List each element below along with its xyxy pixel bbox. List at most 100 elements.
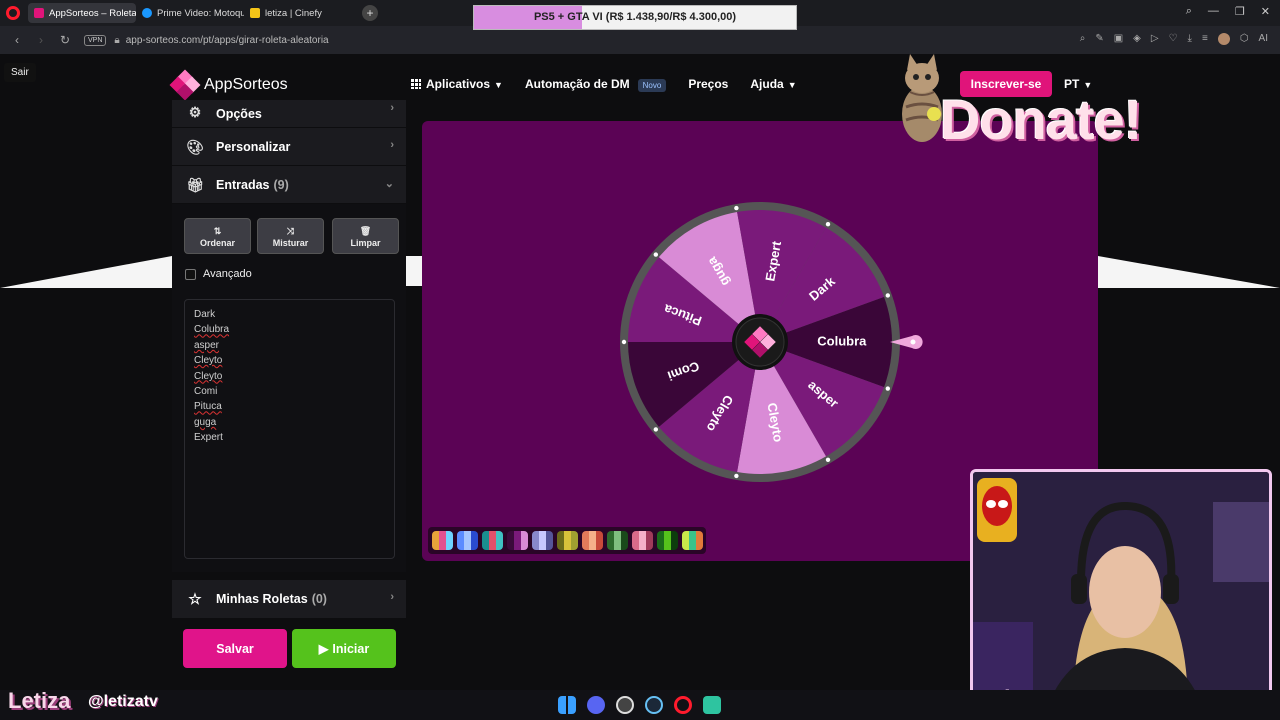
palette-swatch[interactable] xyxy=(632,531,653,550)
palette-swatch[interactable] xyxy=(557,531,578,550)
palette-color xyxy=(639,531,646,550)
palette-swatch[interactable] xyxy=(682,531,703,550)
entry-text: guga xyxy=(194,416,217,428)
zoom-icon[interactable]: ⌕ xyxy=(1080,33,1086,45)
app-icon[interactable] xyxy=(703,696,721,714)
url-field[interactable]: app-sorteos.com/pt/apps/girar-roleta-ale… xyxy=(126,35,329,46)
sort-button[interactable]: ⇅ Ordenar xyxy=(184,218,251,254)
exit-button[interactable]: Sair xyxy=(4,63,36,82)
camera-icon[interactable]: ▣ xyxy=(1114,33,1123,45)
tab-appsorteos[interactable]: AppSorteos – Roleta Aleatória xyxy=(28,3,136,23)
palette-color xyxy=(621,531,628,550)
panel-my-wheels-label: Minhas Roletas xyxy=(216,592,308,606)
panel-my-wheels[interactable]: ☆ Minhas Roletas (0) › xyxy=(172,580,406,618)
close-window-icon[interactable]: ✕ xyxy=(1261,5,1270,18)
palette-swatch[interactable] xyxy=(507,531,528,550)
sort-label: Ordenar xyxy=(199,238,235,248)
edit-icon[interactable]: ✎ xyxy=(1095,33,1103,45)
reload-icon[interactable]: ↻ xyxy=(58,33,72,47)
heart-icon[interactable]: ♡ xyxy=(1169,33,1178,45)
chevron-right-icon: › xyxy=(390,102,394,114)
back-icon[interactable]: ‹ xyxy=(10,33,24,47)
entry-text: asper xyxy=(194,339,220,351)
tab-cinefy[interactable]: letiza | Cinefy xyxy=(244,3,352,23)
wheel-peg xyxy=(885,386,890,391)
palette-swatch[interactable] xyxy=(432,531,453,550)
panel-personalize[interactable]: 🎨︎ Personalizar › xyxy=(172,128,406,166)
palette-color xyxy=(682,531,689,550)
ai-button[interactable]: AI xyxy=(1259,33,1268,45)
discord-icon[interactable] xyxy=(587,696,605,714)
top-nav: Aplicativos ▼ Automação de DM Novo Preços … xyxy=(411,77,797,92)
advanced-checkbox[interactable] xyxy=(185,268,196,280)
palette-color xyxy=(457,531,464,550)
opera-icon[interactable] xyxy=(674,696,692,714)
nav-prices[interactable]: Preços xyxy=(688,77,728,91)
start-button[interactable]: ▶ Iniciar xyxy=(292,629,396,668)
forward-icon[interactable]: › xyxy=(34,33,48,47)
opera-logo-icon[interactable] xyxy=(6,6,20,20)
windows-start-icon[interactable] xyxy=(558,696,576,714)
extensions-icon[interactable]: ⬡ xyxy=(1240,33,1249,45)
save-button[interactable]: Salvar xyxy=(183,629,287,668)
search-tabs-icon[interactable]: ⌕ xyxy=(1186,5,1192,18)
chevron-down-icon: ▼ xyxy=(787,80,797,90)
entry-line: Cleyto xyxy=(194,369,385,384)
entry-text: Dark xyxy=(194,309,216,320)
nav-help[interactable]: Ajuda ▼ xyxy=(750,77,796,91)
lock-icon[interactable]: 🔒︎ xyxy=(114,35,119,46)
panel-options-label: Opções xyxy=(216,107,262,121)
tab-prime-video[interactable]: Prime Video: Motoqueiro xyxy=(136,3,244,23)
palette-swatch[interactable] xyxy=(532,531,553,550)
advanced-toggle[interactable]: Avançado xyxy=(185,268,252,280)
palette-swatch[interactable] xyxy=(482,531,503,550)
brand[interactable]: AppSorteos xyxy=(169,69,288,101)
palette-swatch[interactable] xyxy=(582,531,603,550)
palette-swatch[interactable] xyxy=(457,531,478,550)
entry-line: Colubra xyxy=(194,322,385,337)
wheel-peg xyxy=(653,252,659,257)
download-icon[interactable]: ⤓ xyxy=(1188,33,1192,45)
entries-textarea[interactable]: Dark Colubra asper Cleyto Cleyto Comi Pituca gu… xyxy=(184,299,395,559)
brand-name: AppSorteos xyxy=(204,76,288,93)
cinefy-favicon-icon xyxy=(250,8,260,18)
maximize-icon[interactable]: ❐ xyxy=(1235,5,1245,18)
obs-icon[interactable] xyxy=(616,696,634,714)
palette-color xyxy=(507,531,514,550)
nav-apps[interactable]: Aplicativos ▼ xyxy=(411,77,503,91)
entry-text: Colubra xyxy=(194,324,230,336)
menu-icon[interactable]: ≡ xyxy=(1202,33,1208,45)
streamer-handle-left: @letizatv xyxy=(88,693,158,710)
chevron-right-icon: › xyxy=(390,591,394,603)
chevron-down-icon: ▼ xyxy=(494,80,503,90)
entry-line: Expert xyxy=(194,430,385,445)
entry-line: guga xyxy=(194,415,385,430)
donate-overlay: Donate! xyxy=(940,92,1208,148)
profile-avatar[interactable] xyxy=(1217,33,1230,45)
shuffle-button[interactable]: ⤨ Misturar xyxy=(257,218,324,254)
vpn-badge[interactable]: VPN xyxy=(84,34,107,46)
my-wheels-count: (0) xyxy=(311,592,327,606)
panel-options[interactable]: ⚙ Opções › xyxy=(172,100,406,128)
palette-swatch[interactable] xyxy=(657,531,678,550)
clear-button[interactable]: 🗑︎ Limpar xyxy=(332,218,399,254)
palette-color xyxy=(689,531,696,550)
new-tab-button[interactable]: + xyxy=(362,5,378,21)
steam-icon[interactable] xyxy=(645,696,663,714)
wheel-peg xyxy=(734,473,739,479)
palette-swatch[interactable] xyxy=(607,531,628,550)
play-icon[interactable]: ▷ xyxy=(1151,33,1159,45)
palette-color xyxy=(489,531,496,550)
nav-dm[interactable]: Automação de DM Novo xyxy=(525,77,667,92)
wheel-hub-inner xyxy=(735,317,785,367)
panel-entries[interactable]: 🎁︎ Entradas (9) ⌄ xyxy=(172,166,406,204)
taskbar-icons xyxy=(558,696,721,714)
palette-color xyxy=(657,531,664,550)
palette-color xyxy=(464,531,471,550)
minimize-icon[interactable]: — xyxy=(1208,5,1219,18)
panel-entries-label: Entradas xyxy=(216,177,270,192)
shield-icon[interactable]: ◈ xyxy=(1133,33,1141,45)
nav-apps-label: Aplicativos xyxy=(426,77,491,91)
entry-text: Cleyto xyxy=(194,355,223,367)
entries-count: (9) xyxy=(273,177,289,192)
